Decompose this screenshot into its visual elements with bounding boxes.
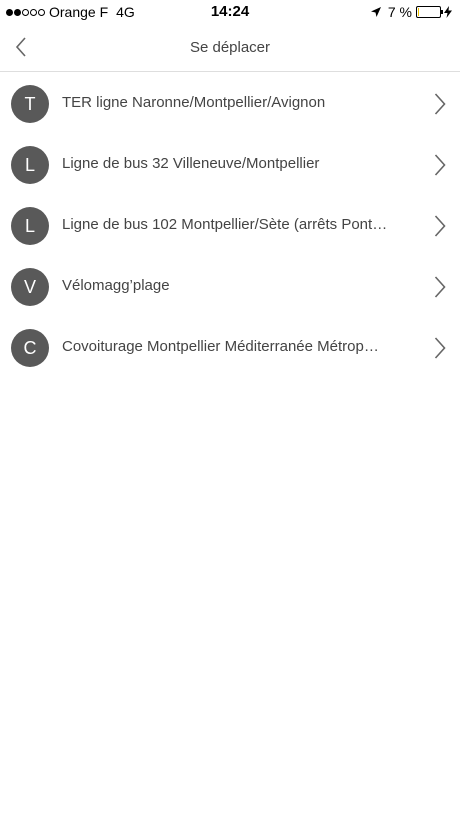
- battery-nub: [441, 10, 443, 14]
- list-item[interactable]: L Ligne de bus 102 Montpellier/Sète (arr…: [0, 195, 460, 256]
- chevron-right-icon: [434, 154, 446, 176]
- chevron-right-icon: [434, 276, 446, 298]
- charging-bolt-icon: [444, 6, 452, 18]
- avatar: L: [11, 207, 49, 245]
- list-item[interactable]: T TER ligne Naronne/Montpellier/Avignon: [0, 73, 460, 134]
- avatar: T: [11, 85, 49, 123]
- status-bar: Orange F 4G 14:24 7 %: [0, 0, 460, 24]
- list-item[interactable]: L Ligne de bus 32 Villeneuve/Montpellier: [0, 134, 460, 195]
- transport-list: T TER ligne Naronne/Montpellier/Avignon …: [0, 73, 460, 378]
- list-item-label: Ligne de bus 32 Villeneuve/Montpellier: [62, 155, 320, 172]
- avatar: C: [11, 329, 49, 367]
- chevron-right-icon: [434, 337, 446, 359]
- battery-percent: 7 %: [387, 4, 412, 20]
- chevron-right-icon: [434, 215, 446, 237]
- avatar: V: [11, 268, 49, 306]
- list-item[interactable]: C Covoiturage Montpellier Méditerranée M…: [0, 317, 460, 378]
- location-arrow-icon: [370, 7, 381, 17]
- list-item-label: Ligne de bus 102 Montpellier/Sète (arrêt…: [62, 216, 388, 233]
- battery-icon: [416, 6, 443, 18]
- page-title: Se déplacer: [189, 39, 271, 56]
- list-item-label: Vélomagg’plage: [62, 277, 170, 294]
- battery-fill: [418, 8, 420, 16]
- list-item[interactable]: V Vélomagg’plage: [0, 256, 460, 317]
- avatar: L: [11, 146, 49, 184]
- list-item-label: Covoiturage Montpellier Méditerranée Mét…: [62, 338, 379, 355]
- navigation-bar: Se déplacer: [0, 24, 460, 72]
- chevron-right-icon: [434, 93, 446, 115]
- status-right: 7 %: [370, 4, 452, 20]
- list-item-label: TER ligne Naronne/Montpellier/Avignon: [62, 94, 326, 111]
